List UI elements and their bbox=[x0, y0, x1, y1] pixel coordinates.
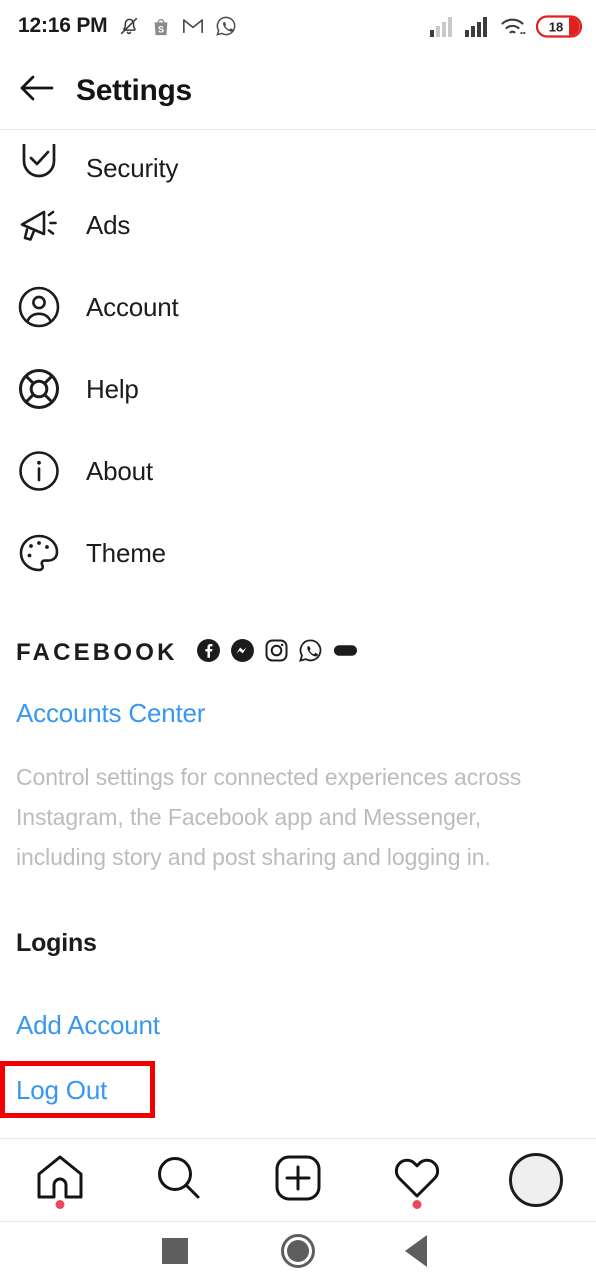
android-nav-bar bbox=[0, 1222, 596, 1280]
settings-item-help[interactable]: Help bbox=[0, 348, 596, 430]
activity-badge-dot bbox=[412, 1200, 422, 1209]
portal-icon bbox=[332, 638, 359, 668]
status-bar-clock: 12:16 PM bbox=[18, 14, 108, 37]
tab-profile[interactable] bbox=[491, 1145, 581, 1215]
settings-item-label: Help bbox=[86, 373, 139, 404]
circle-icon[interactable] bbox=[281, 1234, 315, 1268]
phone-screen: 12:16 PM S 18 Settings Security Ads Acco… bbox=[0, 0, 596, 1280]
battery-level: 18 bbox=[549, 19, 563, 34]
accounts-center-label: Accounts Center bbox=[16, 698, 206, 728]
home-icon bbox=[35, 1154, 85, 1207]
logins-section: Logins Add Account Log Out bbox=[0, 877, 596, 1118]
status-bar-right: 18 bbox=[430, 14, 582, 38]
whatsapp-icon bbox=[298, 638, 323, 668]
gmail-icon bbox=[182, 17, 204, 35]
settings-item-account[interactable]: Account bbox=[0, 266, 596, 348]
add-account-label: Add Account bbox=[16, 1010, 160, 1040]
shopee-icon: S bbox=[151, 16, 171, 37]
settings-item-label: Theme bbox=[86, 537, 166, 568]
facebook-icon bbox=[196, 638, 221, 668]
tab-activity[interactable] bbox=[372, 1145, 462, 1215]
palette-icon bbox=[16, 533, 62, 573]
tab-search[interactable] bbox=[134, 1145, 224, 1215]
facebook-section-title: FACEBOOK bbox=[16, 639, 178, 666]
life-ring-icon bbox=[16, 368, 62, 410]
battery-icon: 18 bbox=[536, 14, 582, 38]
facebook-section-description: Control settings for connected experienc… bbox=[16, 764, 522, 870]
megaphone-icon bbox=[16, 205, 62, 245]
plus-square-icon bbox=[274, 1154, 322, 1207]
log-out-label: Log Out bbox=[16, 1075, 108, 1105]
instagram-icon bbox=[264, 638, 289, 668]
square-icon[interactable] bbox=[162, 1238, 188, 1264]
tab-create[interactable] bbox=[253, 1145, 343, 1215]
shield-check-icon bbox=[16, 144, 62, 184]
log-out-button[interactable]: Log Out bbox=[0, 1061, 580, 1118]
settings-item-label: Ads bbox=[86, 209, 131, 240]
svg-text:S: S bbox=[158, 24, 164, 34]
settings-list: Security Ads Account Help About Theme bbox=[0, 130, 596, 594]
logins-section-title: Logins bbox=[16, 929, 97, 957]
settings-item-theme[interactable]: Theme bbox=[0, 512, 596, 594]
status-bar-left: 12:16 PM S bbox=[18, 14, 237, 38]
settings-item-about[interactable]: About bbox=[0, 430, 596, 512]
wifi-icon bbox=[500, 16, 526, 37]
back-arrow-icon bbox=[18, 72, 58, 109]
status-bar: 12:16 PM S 18 bbox=[0, 0, 596, 52]
signal-1-icon bbox=[430, 16, 455, 37]
bottom-tab-bar bbox=[0, 1138, 596, 1222]
messenger-icon bbox=[230, 638, 255, 668]
back-button[interactable] bbox=[0, 72, 76, 109]
home-badge-dot bbox=[55, 1200, 65, 1209]
triangle-back-icon[interactable] bbox=[405, 1235, 427, 1267]
bell-muted-icon bbox=[118, 15, 140, 37]
settings-item-ads[interactable]: Ads bbox=[0, 184, 596, 266]
whatsapp-icon bbox=[215, 15, 237, 37]
page-title: Settings bbox=[76, 73, 192, 107]
heart-icon bbox=[392, 1155, 442, 1206]
settings-item-label: Account bbox=[86, 291, 179, 322]
settings-item-label: About bbox=[86, 455, 153, 486]
settings-item-security[interactable]: Security bbox=[0, 130, 596, 184]
person-circle-icon bbox=[16, 286, 62, 328]
avatar bbox=[509, 1153, 564, 1207]
info-circle-icon bbox=[16, 450, 62, 492]
add-account-button[interactable]: Add Account bbox=[16, 1010, 580, 1041]
facebook-brand-icons bbox=[196, 638, 359, 668]
settings-item-label: Security bbox=[86, 153, 179, 183]
facebook-section-header: FACEBOOK bbox=[16, 638, 580, 668]
tab-home[interactable] bbox=[15, 1145, 105, 1215]
search-icon bbox=[155, 1154, 203, 1207]
accounts-center-link[interactable]: Accounts Center bbox=[16, 698, 580, 729]
app-header: Settings bbox=[0, 52, 596, 130]
facebook-section: FACEBOOK Accounts Center Control setting… bbox=[0, 594, 596, 877]
settings-scroll-area[interactable]: Security Ads Account Help About Theme FA… bbox=[0, 130, 596, 1142]
signal-2-icon bbox=[465, 16, 490, 37]
